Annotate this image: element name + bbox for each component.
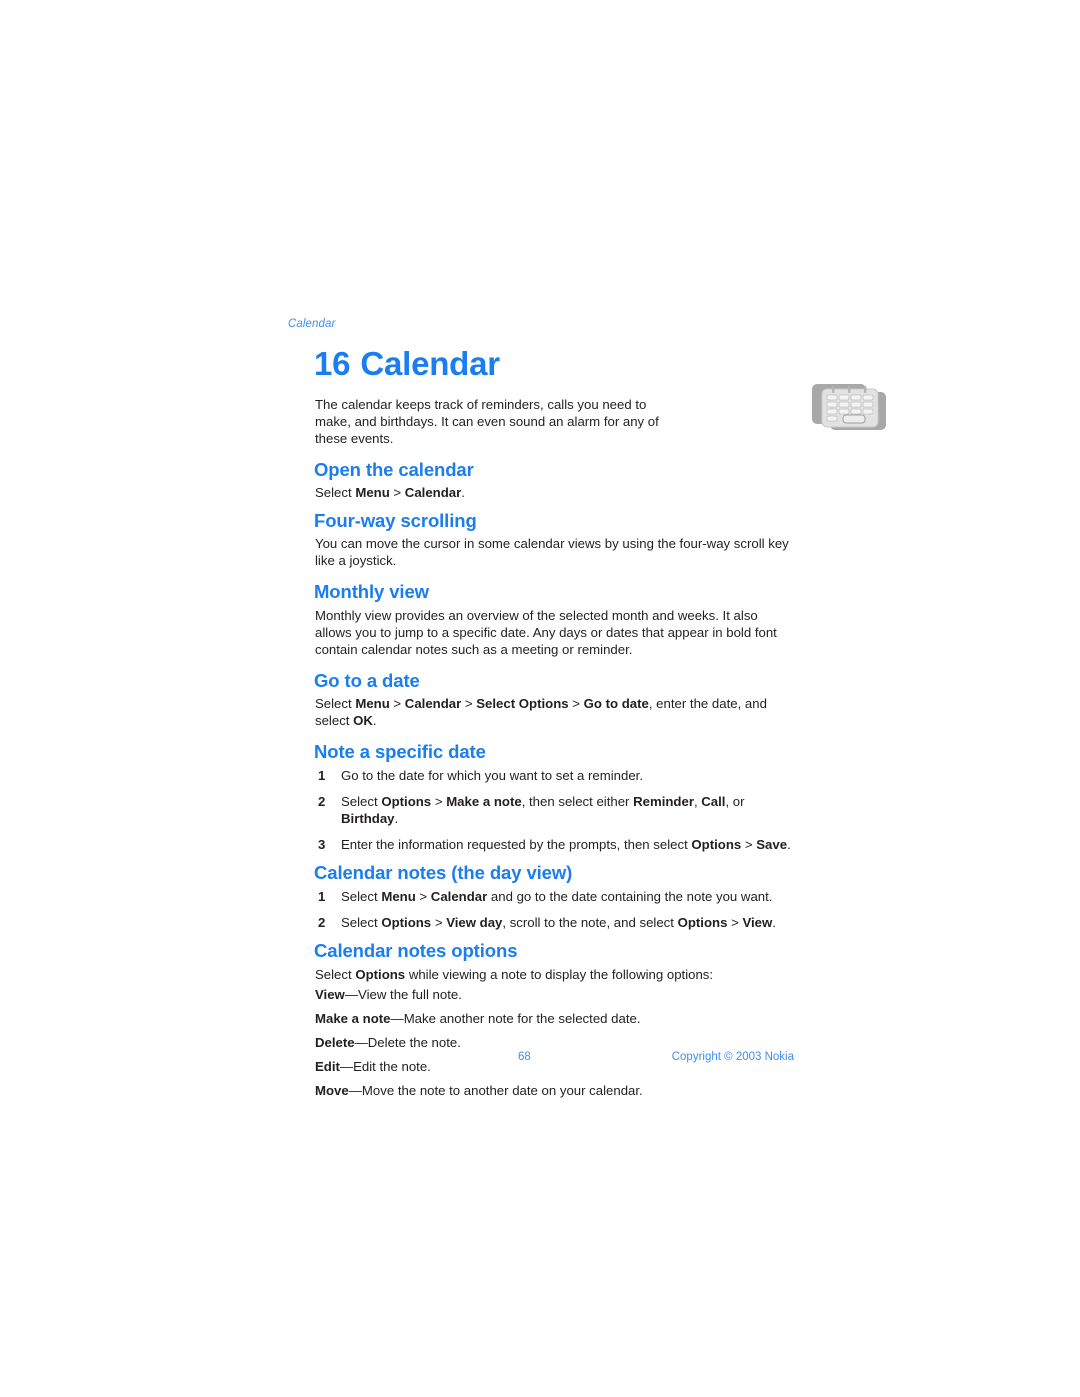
text-fragment: . bbox=[787, 837, 791, 853]
option-description: —Move the note to another date on your c… bbox=[348, 1082, 643, 1098]
select-options-term: Select Options bbox=[476, 695, 569, 711]
ui-term: Save bbox=[756, 837, 788, 853]
ui-term: Call bbox=[701, 794, 726, 810]
text-fragment: Select bbox=[315, 695, 356, 711]
menu-term: Menu bbox=[355, 485, 390, 501]
ui-term: Options bbox=[381, 915, 432, 931]
calendar-notes-options-list: View—View the full note. Make a note—Make… bbox=[288, 986, 794, 1099]
text-fragment: Select bbox=[315, 966, 356, 982]
step-number: 2 bbox=[318, 915, 326, 931]
option-description: —View the full note. bbox=[344, 986, 462, 1002]
text-fragment: > bbox=[461, 695, 477, 711]
page-content: Calendar 16 Calendar The calendar keeps … bbox=[288, 318, 886, 1106]
ui-term: Calendar bbox=[430, 889, 488, 905]
section-heading-calendar-notes-options: Calendar notes options bbox=[314, 940, 518, 962]
ui-term: View bbox=[742, 915, 773, 931]
text-fragment: > bbox=[389, 485, 405, 501]
ui-term: Menu bbox=[381, 889, 416, 905]
text-fragment: Select bbox=[341, 794, 382, 810]
ui-term: Options bbox=[381, 794, 432, 810]
option-term: Move bbox=[315, 1082, 349, 1098]
page-title: 16 Calendar bbox=[288, 344, 794, 383]
option-term: View bbox=[315, 986, 345, 1002]
list-item: Move—Move the note to another date on yo… bbox=[315, 1082, 794, 1099]
option-term: Delete bbox=[315, 1034, 355, 1050]
chapter-title-row: 16 Calendar bbox=[288, 344, 886, 430]
step-number: 2 bbox=[318, 794, 326, 810]
text-fragment: . bbox=[372, 712, 377, 728]
chapter-title-text: Calendar bbox=[360, 344, 500, 382]
section-heading-open-the-calendar: Open the calendar bbox=[314, 458, 474, 480]
page-footer: 68 Copyright © 2003 Nokia bbox=[288, 1051, 794, 1069]
list-item: View—View the full note. bbox=[315, 986, 794, 1003]
option-term: Make a note bbox=[315, 1010, 391, 1026]
menu-term: Menu bbox=[355, 695, 390, 711]
ui-term: Reminder bbox=[633, 794, 694, 810]
ui-term: Make a note bbox=[446, 794, 522, 810]
section-heading-four-way-scrolling: Four-way scrolling bbox=[314, 510, 477, 532]
text-fragment: > bbox=[568, 695, 584, 711]
text-fragment: Select bbox=[315, 485, 356, 501]
text-fragment: . bbox=[394, 811, 399, 827]
step-number: 1 bbox=[318, 768, 326, 784]
go-to-a-date-instruction: Select Menu > Calendar > Select Options … bbox=[315, 695, 794, 729]
monthly-view-body: Monthly view provides an overview of the… bbox=[315, 607, 777, 657]
text-fragment: > bbox=[415, 889, 431, 905]
option-description: —Delete the note. bbox=[354, 1034, 461, 1050]
option-description: —Make another note for the selected date… bbox=[390, 1010, 641, 1026]
text-fragment: > bbox=[389, 695, 405, 711]
list-item: Delete—Delete the note. bbox=[315, 1034, 794, 1051]
text-fragment: > bbox=[727, 915, 743, 931]
ui-term: Options bbox=[677, 915, 728, 931]
options-term: Options bbox=[355, 966, 406, 982]
text-fragment: Select bbox=[341, 915, 382, 931]
running-header: Calendar bbox=[288, 318, 336, 330]
section-heading-calendar-notes-day-view: Calendar notes (the day view) bbox=[314, 862, 573, 884]
section-heading-note-a-specific-date: Note a specific date bbox=[314, 740, 486, 762]
step-number: 3 bbox=[318, 837, 326, 853]
text-fragment: . bbox=[461, 485, 465, 501]
list-item: 2 Select Options > Make a note, then sele… bbox=[288, 793, 794, 827]
text-fragment: , or bbox=[725, 794, 745, 810]
calendar-term: Calendar bbox=[404, 485, 462, 501]
note-a-specific-date-steps: 1 Go to the date for which you want to se… bbox=[288, 767, 794, 853]
four-way-scrolling-body: You can move the cursor in some calendar… bbox=[315, 536, 789, 569]
text-fragment: and go to the date containing the note y… bbox=[487, 889, 773, 905]
chapter-number: 16 bbox=[314, 344, 351, 382]
copyright-notice: Copyright © 2003 Nokia bbox=[671, 1051, 794, 1063]
calendar-term: Calendar bbox=[404, 695, 462, 711]
calendar-notes-day-view-steps: 1 Select Menu > Calendar and go to the da… bbox=[288, 888, 794, 931]
text-fragment: Enter the information requested by the p… bbox=[341, 837, 692, 853]
ui-term: View day bbox=[446, 915, 503, 931]
ui-term: Options bbox=[691, 837, 742, 853]
section-heading-go-to-a-date: Go to a date bbox=[314, 669, 420, 691]
text-fragment: Select bbox=[341, 889, 382, 905]
text-fragment: while viewing a note to display the foll… bbox=[405, 966, 714, 982]
open-the-calendar-instruction: Select Menu > Calendar. bbox=[315, 484, 794, 501]
list-item: 1 Select Menu > Calendar and go to the da… bbox=[288, 888, 794, 905]
page-number: 68 bbox=[518, 1051, 531, 1063]
step-number: 1 bbox=[318, 889, 326, 905]
chapter-intro: The calendar keeps track of reminders, c… bbox=[315, 396, 659, 446]
list-item: 1 Go to the date for which you want to se… bbox=[288, 767, 794, 784]
text-fragment: > bbox=[431, 794, 447, 810]
text-fragment: > bbox=[741, 837, 757, 853]
text-fragment: , then select either bbox=[521, 794, 634, 810]
text-fragment: Go to the date for which you want to set… bbox=[341, 768, 644, 784]
list-item: 2 Select Options > View day, scroll to th… bbox=[288, 914, 794, 931]
calendar-icon bbox=[810, 382, 894, 434]
list-item: Make a note—Make another note for the se… bbox=[315, 1010, 794, 1027]
calendar-notes-options-lead: Select Options while viewing a note to d… bbox=[315, 966, 794, 983]
text-fragment: , scroll to the note, and select bbox=[502, 915, 678, 931]
list-item: 3 Enter the information requested by the … bbox=[288, 836, 794, 853]
ok-term: OK bbox=[353, 712, 373, 728]
text-fragment: . bbox=[772, 915, 776, 931]
ui-term: Birthday bbox=[341, 811, 395, 827]
text-fragment: > bbox=[431, 915, 447, 931]
go-to-date-term: Go to date bbox=[583, 695, 649, 711]
section-heading-monthly-view: Monthly view bbox=[314, 581, 429, 603]
document-page: Calendar 16 Calendar The calendar keeps … bbox=[0, 0, 1080, 1397]
